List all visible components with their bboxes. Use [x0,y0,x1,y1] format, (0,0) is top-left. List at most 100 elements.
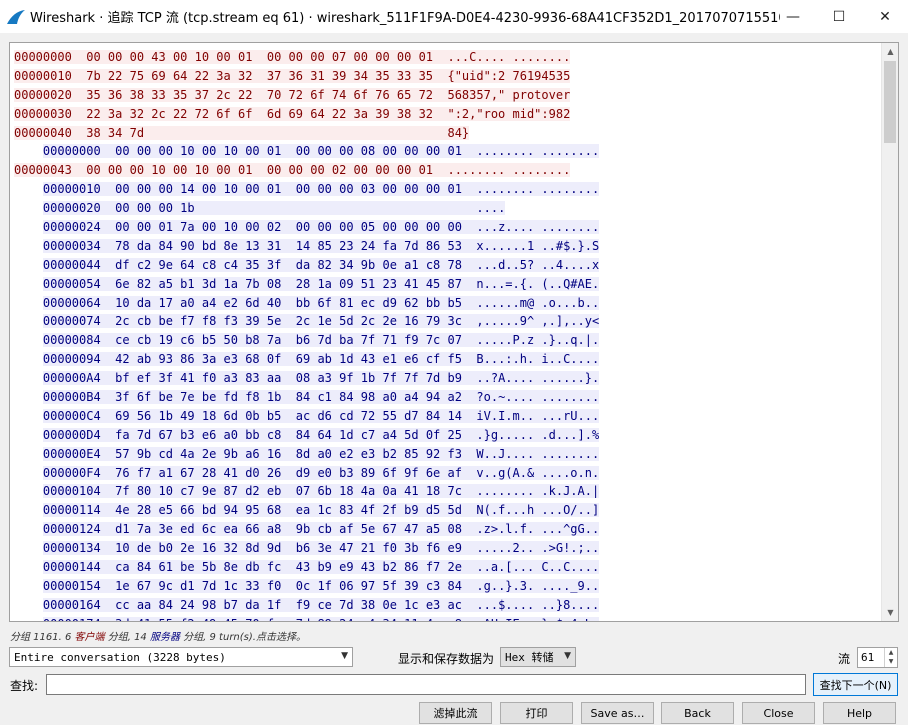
hex-pad [462,428,476,442]
hex-line[interactable]: 00000094 42 ab 93 86 3a e3 68 0f 69 ab 1… [14,350,600,369]
spin-arrows[interactable]: ▲ ▼ [884,648,897,667]
hex-dump[interactable]: 00000000 00 00 00 43 00 10 00 01 00 00 0… [14,48,600,621]
maximize-icon[interactable]: ☐ [816,0,862,33]
hex-bytes: ca 84 61 be 5b 8e db fc 43 b9 e9 43 b2 8… [115,560,462,575]
hex-bytes: 57 9b cd 4a 2e 9b a6 16 8d a0 e2 e3 b2 8… [115,446,462,461]
hex-line[interactable]: 000000C4 69 56 1b 49 18 6d 0b b5 ac d6 c… [14,407,600,426]
find-input[interactable] [46,674,806,695]
spin-up-icon[interactable]: ▲ [885,648,897,657]
hex-line[interactable]: 00000114 4e 28 e5 66 bd 94 95 68 ea 1c 8… [14,501,600,520]
hex-line[interactable]: 00000174 3d 41 55 f2 49 45 70 fa 7d 89 2… [14,615,600,621]
hex-line-bytes: 00000010 00 00 00 14 00 10 00 01 00 00 0… [42,182,600,197]
hex-line[interactable]: 00000020 00 00 00 1b .... [14,199,599,218]
filter-out-stream-button[interactable]: 滤掉此流 [419,702,492,724]
hex-pad [462,503,476,517]
hex-line-bytes: 00000164 cc aa 84 24 98 b7 da 1f f9 ce 7… [42,597,600,612]
hex-line-bytes: 00000104 7f 80 10 c7 9e 87 d2 eb 07 6b 1… [42,484,600,499]
stream-number-spinbox[interactable]: 61 ▲ ▼ [857,647,898,668]
hex-line[interactable]: 00000043 00 00 00 10 00 10 00 01 00 00 0… [14,161,599,180]
stream-content-pane[interactable]: 00000000 00 00 00 43 00 10 00 01 00 00 0… [9,42,899,622]
hex-offset: 00000000 [42,144,101,159]
hex-gap [72,69,86,83]
hex-ascii: ,.....9^ ,.],..y< [476,314,600,329]
hex-ascii: 84} [447,125,470,140]
hex-line-bytes: 000000B4 3f 6f be 7e be fd f8 1b 84 c1 8… [42,390,600,405]
hex-indent [14,220,43,234]
hex-indent [14,390,43,404]
hex-indent [14,560,43,574]
hex-gap [101,352,115,366]
hex-line[interactable]: 000000E4 57 9b cd 4a 2e 9b a6 16 8d a0 e… [14,445,600,464]
hex-ascii: .}g..... .d...].% [476,427,600,442]
hex-line[interactable]: 000000B4 3f 6f be 7e be fd f8 1b 84 c1 8… [14,388,600,407]
hex-ascii: N(.f...h ...O/..] [476,503,600,518]
hex-line[interactable]: 000000A4 bf ef 3f 41 f0 a3 83 aa 08 a3 9… [14,369,600,388]
hex-line[interactable]: 00000134 10 de b0 2e 16 32 8d 9d b6 3e 4… [14,539,600,558]
hex-indent [14,428,43,442]
hex-line[interactable]: 000000F4 76 f7 a1 67 28 41 d0 26 d9 e0 b… [14,464,600,483]
hex-bytes: bf ef 3f 41 f0 a3 83 aa 08 a3 9f 1b 7f 7… [115,371,462,386]
hex-bytes: 00 00 00 14 00 10 00 01 00 00 00 03 00 0… [115,182,462,197]
format-select[interactable]: Hex 转储 ▼ [500,647,576,667]
hex-bytes: d1 7a 3e ed 6c ea 66 a8 9b cb af 5e 67 4… [115,522,462,537]
close-icon[interactable]: ✕ [862,0,908,33]
hex-line[interactable]: 00000154 1e 67 9c d1 7d 1c 33 f0 0c 1f 0… [14,577,600,596]
vertical-scrollbar[interactable]: ▲ ▼ [881,43,898,621]
hex-line[interactable]: 00000020 35 36 38 33 35 37 2c 22 70 72 6… [14,86,599,105]
hex-pad [433,88,447,102]
spin-down-icon[interactable]: ▼ [885,657,897,666]
hex-line[interactable]: 00000034 78 da 84 90 bd 8e 13 31 14 85 2… [14,237,600,256]
hex-line[interactable]: 00000164 cc aa 84 24 98 b7 da 1f f9 ce 7… [14,596,600,615]
format-select-value: Hex 转储 [505,651,554,664]
hex-bytes: 00 00 00 10 00 10 00 01 00 00 00 08 00 0… [115,144,462,159]
hex-line[interactable]: 00000024 00 00 01 7a 00 10 00 02 00 00 0… [14,218,600,237]
hex-bytes: 38 34 7d [86,125,145,140]
scroll-up-icon[interactable]: ▲ [882,43,898,60]
hex-line[interactable]: 00000040 38 34 7d 84} [14,124,599,143]
hex-line[interactable]: 00000104 7f 80 10 c7 9e 87 d2 eb 07 6b 1… [14,482,600,501]
hex-offset: 00000020 [42,201,101,216]
hex-line[interactable]: 00000000 00 00 00 10 00 10 00 01 00 00 0… [14,142,600,161]
hex-offset: 00000174 [43,617,101,621]
scroll-down-icon[interactable]: ▼ [882,604,898,621]
hex-line[interactable]: 00000000 00 00 00 43 00 10 00 01 00 00 0… [14,48,599,67]
hex-line[interactable]: 00000010 00 00 00 14 00 10 00 01 00 00 0… [14,180,600,199]
hex-line[interactable]: 000000D4 fa 7d 67 b3 e6 a0 bb c8 84 64 1… [14,426,600,445]
hex-line[interactable]: 00000044 df c2 9e 64 c8 c4 35 3f da 82 3… [14,256,600,275]
hex-offset: 00000040 [14,125,72,140]
back-button[interactable]: Back [661,702,734,724]
scroll-thumb[interactable] [884,61,896,143]
hex-line[interactable]: 00000144 ca 84 61 be 5b 8e db fc 43 b9 e… [14,558,600,577]
minimize-icon[interactable]: — [770,0,816,33]
help-button[interactable]: Help [823,702,896,724]
hex-offset: 000000C4 [42,408,101,423]
hex-offset: 00000154 [42,578,101,593]
hex-pad [462,314,476,328]
hex-pad [433,107,447,121]
conversation-select[interactable]: Entire conversation (3228 bytes) ▼ [9,647,353,667]
hex-indent [14,182,43,196]
hex-pad [462,560,476,574]
hex-line[interactable]: 00000010 7b 22 75 69 64 22 3a 32 37 36 3… [14,67,599,86]
find-next-button[interactable]: 查找下一个(N) [813,673,898,696]
hex-line-bytes: 000000F4 76 f7 a1 67 28 41 d0 26 d9 e0 b… [42,465,600,480]
hex-line-bytes: 000000D4 fa 7d 67 b3 e6 a0 bb c8 84 64 1… [42,427,600,442]
hex-line[interactable]: 00000074 2c cb be f7 f8 f3 39 5e 2c 1e 5… [14,312,600,331]
hex-indent [14,277,43,291]
save-as-button[interactable]: Save as… [581,702,654,724]
hex-gap [72,50,86,64]
hex-gap [101,371,115,385]
print-button[interactable]: 打印 [500,702,573,724]
status-client-label: 客户端 [74,632,105,643]
hex-line[interactable]: 00000064 10 da 17 a0 a4 e2 6d 40 bb 6f 8… [14,294,600,313]
hex-line[interactable]: 00000124 d1 7a 3e ed 6c ea 66 a8 9b cb a… [14,520,600,539]
hex-line[interactable]: 00000030 22 3a 32 2c 22 72 6f 6f 6d 69 6… [14,105,599,124]
close-button[interactable]: Close [742,702,815,724]
hex-line[interactable]: 00000084 ce cb 19 c6 b5 50 b8 7a b6 7d b… [14,331,600,350]
hex-pad [462,598,476,612]
hex-line[interactable]: 00000054 6e 82 a5 b1 3d 1a 7b 08 28 1a 0… [14,275,600,294]
hex-offset: 00000134 [42,541,101,556]
hex-ascii: .g..}.3. ...._9.. [476,578,600,593]
hex-ascii: ........ .k.J.A.| [476,484,600,499]
hex-line-bytes: 00000000 00 00 00 43 00 10 00 01 00 00 0… [14,50,571,64]
